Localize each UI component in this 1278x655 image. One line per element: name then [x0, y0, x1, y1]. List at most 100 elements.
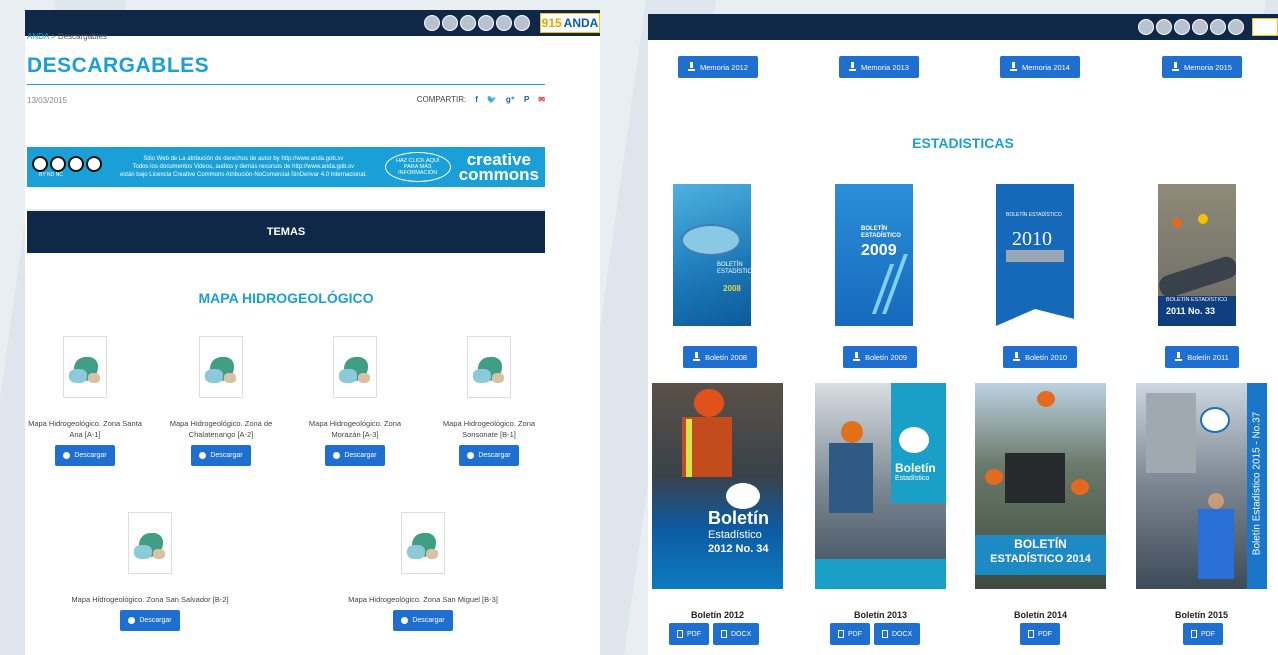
flickr-icon[interactable] — [424, 15, 440, 31]
format-label: DOCX — [731, 630, 752, 638]
download-icon — [849, 61, 857, 71]
memoria-button[interactable]: Memoria 2013 — [839, 56, 919, 78]
memoria-button[interactable]: Memoria 2012 — [678, 56, 758, 78]
map-card: Mapa Hidrogeológico. Zona San Miguel [B-… — [328, 512, 518, 631]
boletin-2012-cover[interactable]: Boletín Estadístico 2012 No. 34 — [652, 383, 783, 589]
map-thumbnail[interactable] — [401, 512, 445, 574]
by-icon — [50, 156, 66, 172]
pdf-button[interactable]: PDF — [1183, 623, 1223, 645]
title-divider — [27, 84, 545, 85]
boletin-2011-cover[interactable]: BOLETÍN ESTADÍSTICO 2011 No. 33 — [1158, 184, 1236, 326]
breadcrumb-home[interactable]: ANDA — [27, 32, 49, 41]
top-navbar — [648, 14, 1278, 40]
docx-button[interactable]: DOCX — [713, 623, 760, 645]
cover-title: BOLETÍN ESTADÍSTICO — [861, 226, 901, 239]
format-label: DOCX — [892, 630, 913, 638]
map-card: Mapa Hidrogeológico. Zona de Chalatenang… — [161, 336, 281, 466]
section-title: MAPA HIDROGEOLÓGICO — [198, 290, 374, 306]
search-icon[interactable] — [514, 15, 530, 31]
more-info-link[interactable]: HAZ CLICK AQUÍ PARA MÁS INFORMACIÓN — [384, 152, 451, 182]
map-label: Mapa Hidrogeológico. Zona Morazán [A-3] — [308, 419, 402, 439]
map-thumbnail[interactable] — [128, 512, 172, 574]
instagram-icon[interactable] — [496, 15, 512, 31]
twitter-share-icon[interactable]: 🐦 — [487, 95, 497, 104]
map-card: Mapa Hidrogeológico. Zona San Salvador [… — [55, 512, 245, 631]
cc-icon — [32, 156, 48, 172]
download-button[interactable]: Descargar — [325, 445, 385, 466]
youtube-icon[interactable] — [460, 15, 476, 31]
boletin-label: Boletín 2011 — [1187, 352, 1229, 362]
breadcrumb: ANDA > Descargables — [27, 32, 107, 41]
download-button[interactable]: Descargar — [55, 445, 115, 466]
download-icon — [199, 452, 207, 459]
boletin-2010-cover[interactable]: BOLETÍN ESTADÍSTICO 2010 — [996, 184, 1074, 326]
map-card: Mapa Hidrogeológico. Zona Santa Ana [A-1… — [25, 336, 145, 466]
memoria-button[interactable]: Memoria 2014 — [1000, 56, 1080, 78]
flickr-icon[interactable] — [1138, 19, 1154, 35]
download-icon — [688, 61, 696, 71]
descargables-page: 915 ANDA ANDA > Descargables DESCARGABLE… — [25, 10, 600, 655]
file-icon — [677, 630, 683, 638]
boletin-title: Boletín 2012 — [690, 610, 745, 620]
download-icon — [467, 452, 475, 459]
download-label: Descargar — [478, 452, 511, 459]
twitter-icon[interactable] — [1156, 19, 1172, 35]
facebook-share-icon[interactable]: f — [475, 95, 478, 104]
boletin-2009-cover[interactable]: BOLETÍN ESTADÍSTICO 2009 — [835, 184, 913, 326]
map-label: Mapa Hidrogeológico. Zona San Miguel [B-… — [348, 595, 498, 604]
facebook-icon[interactable] — [478, 15, 494, 31]
facebook-icon[interactable] — [1192, 19, 1208, 35]
estadisticas-page: Memoria 2012 Memoria 2013 Memoria 2014 M… — [648, 14, 1278, 655]
pinterest-share-icon[interactable]: P — [524, 95, 529, 104]
twitter-icon[interactable] — [442, 15, 458, 31]
boletin-button[interactable]: Boletín 2010 — [1003, 346, 1077, 368]
publish-date: 13/03/2015 — [27, 96, 68, 105]
boletin-button[interactable]: Boletín 2011 — [1165, 346, 1239, 368]
pdf-button[interactable]: PDF — [669, 623, 709, 645]
download-button[interactable]: Descargar — [393, 610, 453, 631]
map-thumbnail[interactable] — [199, 336, 243, 398]
download-label: Descargar — [412, 617, 445, 624]
download-icon — [1012, 351, 1020, 361]
instagram-icon[interactable] — [1210, 19, 1226, 35]
cover-subtitle: Estadístico — [895, 475, 930, 482]
hotline-badge[interactable] — [1252, 18, 1278, 36]
boletin-button[interactable]: Boletín 2009 — [843, 346, 917, 368]
download-button[interactable]: Descargar — [120, 610, 180, 631]
cc-badge-text: BY ND NC — [39, 172, 63, 178]
memoria-label: Memoria 2014 — [1022, 62, 1070, 72]
license-banner[interactable]: BY ND NC Sitio Web de La atribución de d… — [27, 147, 545, 187]
hotline-badge[interactable]: 915 ANDA — [540, 13, 600, 33]
download-button[interactable]: Descargar — [459, 445, 519, 466]
brand-name: ANDA — [563, 16, 599, 30]
download-label: Descargar — [74, 452, 107, 459]
pdf-button[interactable]: PDF — [1020, 623, 1060, 645]
youtube-icon[interactable] — [1174, 19, 1190, 35]
boletin-button[interactable]: Boletín 2008 — [683, 346, 757, 368]
format-buttons: PDF — [1020, 623, 1060, 645]
boletin-2014-cover[interactable]: BOLETÍN ESTADÍSTICO 2014 — [975, 383, 1106, 589]
pdf-button[interactable]: PDF — [830, 623, 870, 645]
memoria-button[interactable]: Memoria 2015 — [1162, 56, 1242, 78]
download-button[interactable]: Descargar — [191, 445, 251, 466]
download-icon — [1172, 61, 1180, 71]
map-label: Mapa Hidrogeológico. Zona San Salvador [… — [71, 595, 229, 604]
download-icon — [852, 351, 860, 361]
map-thumbnail[interactable] — [63, 336, 107, 398]
download-icon — [401, 617, 409, 624]
map-thumbnail[interactable] — [333, 336, 377, 398]
googleplus-share-icon[interactable]: g⁺ — [506, 95, 515, 104]
memoria-label: Memoria 2015 — [1184, 62, 1232, 72]
cc-badge: BY ND NC — [27, 156, 102, 178]
download-icon — [1010, 61, 1018, 71]
email-share-icon[interactable]: ✉ — [538, 95, 545, 104]
boletin-2013-cover[interactable]: Boletín Estadístico — [815, 383, 946, 589]
docx-button[interactable]: DOCX — [874, 623, 921, 645]
boletin-label: Boletín 2010 — [1024, 352, 1068, 362]
map-thumbnail[interactable] — [467, 336, 511, 398]
boletin-2015-cover[interactable]: Boletín Estadístico 2015 - No.37 — [1136, 383, 1267, 589]
download-label: Descargar — [344, 452, 377, 459]
temas-header: TEMAS — [27, 209, 545, 253]
boletin-2008-cover[interactable]: BOLETÍN ESTADÍSTICO 2008 — [673, 184, 751, 326]
search-icon[interactable] — [1228, 19, 1244, 35]
